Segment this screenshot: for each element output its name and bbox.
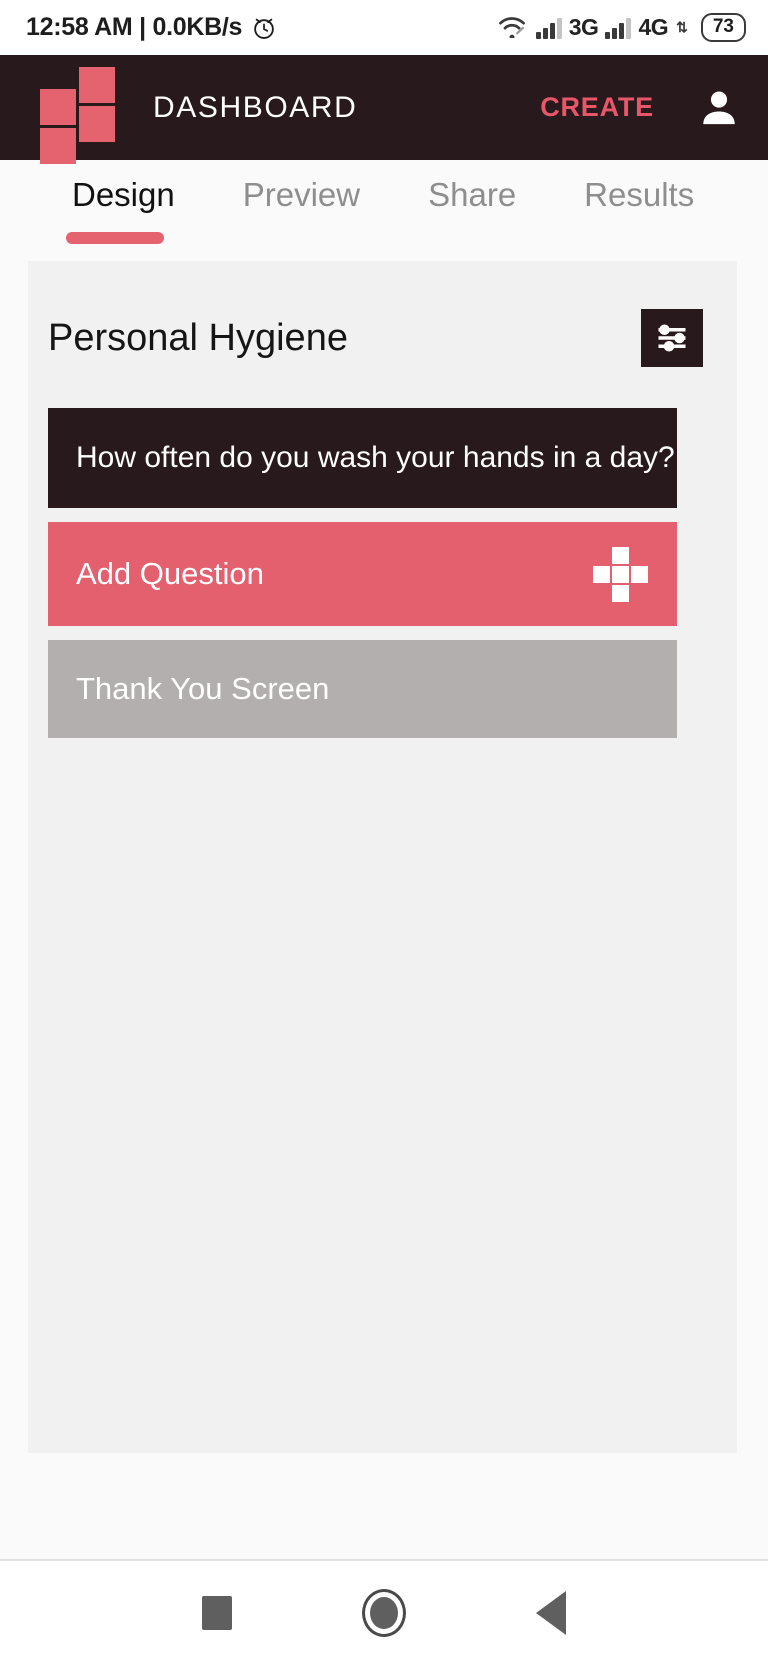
alarm-clock-icon: [251, 15, 277, 41]
thank-you-screen-row[interactable]: Thank You Screen: [48, 640, 677, 738]
phone-screen: 12:58 AM | 0.0KB/s 3G 4G ⇅ 73 DASHBOARD …: [0, 0, 768, 1664]
create-button[interactable]: CREATE: [540, 92, 654, 123]
question-row[interactable]: How often do you wash your hands in a da…: [48, 408, 677, 508]
add-question-label: Add Question: [76, 556, 264, 591]
survey-header: Personal Hygiene: [28, 261, 737, 367]
android-nav-bar: [0, 1559, 768, 1664]
tab-bar: Design Preview Share Results: [0, 160, 768, 265]
app-logo-squares[interactable]: [40, 66, 118, 164]
status-bar: 12:58 AM | 0.0KB/s 3G 4G ⇅ 73: [0, 0, 768, 55]
network-type-1: 3G: [568, 14, 599, 40]
account-person-icon[interactable]: [696, 85, 742, 131]
status-time: 12:58 AM | 0.0KB/s: [26, 13, 243, 41]
battery-indicator: 73: [700, 13, 746, 42]
survey-rows: How often do you wash your hands in a da…: [28, 408, 737, 738]
tab-results-label: Results: [584, 176, 695, 213]
question-row-label: How often do you wash your hands in a da…: [76, 441, 675, 474]
tab-design[interactable]: Design: [66, 176, 175, 244]
sliders-settings-icon[interactable]: [641, 309, 703, 367]
survey-panel: Personal Hygiene How often do you wash y…: [28, 261, 737, 1453]
network-type-2: 4G: [638, 14, 669, 40]
thank-you-screen-label: Thank You Screen: [76, 671, 330, 706]
tab-share[interactable]: Share: [428, 176, 516, 214]
plus-icon: [593, 547, 648, 602]
wifi-icon: [495, 12, 529, 43]
tab-active-indicator: [66, 232, 164, 244]
recents-square-icon[interactable]: [202, 1595, 232, 1630]
tab-share-label: Share: [428, 176, 517, 213]
data-transfer-icon: ⇅: [676, 19, 688, 35]
page-title: DASHBOARD: [153, 90, 358, 124]
tab-design-label: Design: [72, 176, 175, 213]
add-question-row[interactable]: Add Question: [48, 522, 677, 626]
signal-bars-1: [535, 17, 562, 39]
status-bar-left: 12:58 AM | 0.0KB/s: [26, 13, 277, 42]
tab-preview[interactable]: Preview: [243, 176, 360, 214]
survey-title: Personal Hygiene: [48, 316, 348, 359]
status-bar-right: 3G 4G ⇅ 73: [495, 12, 746, 43]
tab-preview-label: Preview: [242, 176, 361, 213]
home-circle-icon[interactable]: [362, 1588, 406, 1637]
signal-bars-2: [605, 17, 632, 39]
app-bar: DASHBOARD CREATE: [0, 55, 768, 164]
back-triangle-icon[interactable]: [536, 1590, 566, 1635]
tab-results[interactable]: Results: [584, 176, 694, 214]
